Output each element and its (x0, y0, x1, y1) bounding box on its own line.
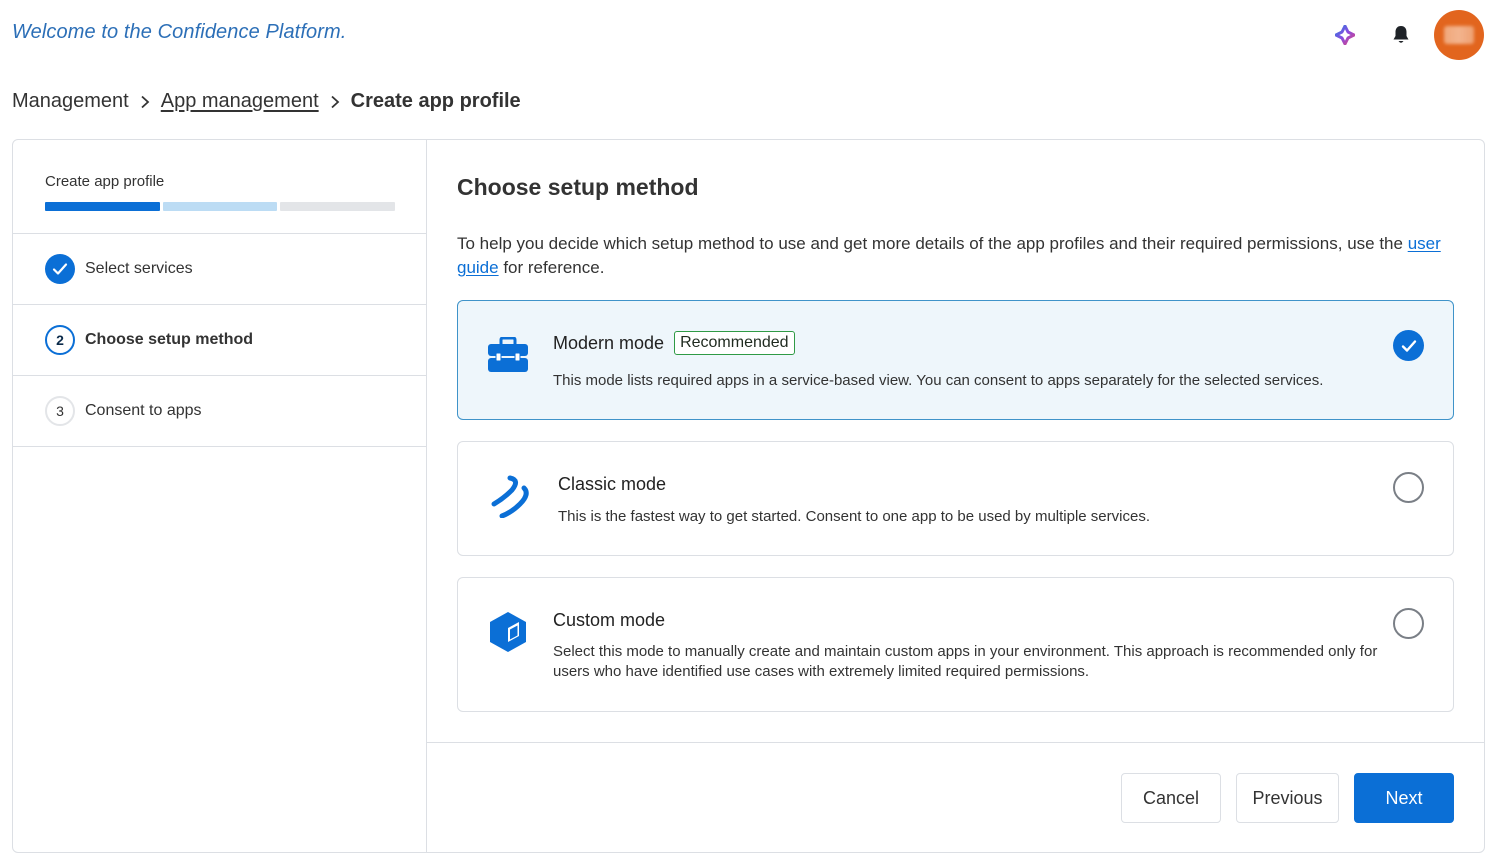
progress-segment-remaining (280, 202, 396, 211)
option-description: This mode lists required apps in a servi… (553, 372, 1324, 389)
bell-icon[interactable] (1390, 24, 1412, 46)
option-title: Classic mode (558, 474, 666, 495)
intro-text-before: To help you decide which setup method to… (457, 234, 1408, 253)
wizard-card: Create app profile Select services 2 Cho… (12, 139, 1485, 853)
step-select-services[interactable]: Select services (13, 234, 426, 305)
radio-unselected-icon[interactable] (1393, 608, 1424, 639)
radio-unselected-icon[interactable] (1393, 472, 1424, 503)
option-title-text: Classic mode (558, 474, 667, 494)
intro-text-after: for reference. (498, 258, 605, 277)
option-description: Select this mode to manually create and … (553, 643, 1378, 680)
recommended-badge: Recommended (674, 331, 795, 355)
step-number: 3 (45, 396, 75, 426)
step-choose-setup-method[interactable]: 2 Choose setup method (13, 305, 426, 376)
main-panel: Choose setup method To help you decide w… (427, 140, 1484, 852)
progress-segment-current (162, 202, 278, 211)
option-description: This is the fastest way to get started. … (558, 508, 1150, 525)
option-title-text: Modern mode (553, 332, 665, 353)
wizard-header: Create app profile (13, 140, 426, 234)
breadcrumb-management: Management (12, 90, 129, 112)
sparkle-icon[interactable] (1334, 24, 1356, 46)
top-icons (1334, 10, 1484, 60)
step-label: Consent to apps (85, 402, 202, 419)
cancel-button[interactable]: Cancel (1121, 773, 1221, 823)
wizard-sidebar: Create app profile Select services 2 Cho… (13, 140, 427, 852)
next-button[interactable]: Next (1354, 773, 1454, 823)
step-number: 2 (45, 325, 75, 355)
progress-bar (45, 202, 396, 211)
option-classic-mode[interactable]: Classic mode This is the fastest way to … (457, 441, 1454, 556)
top-bar: Welcome to the Confidence Platform. (0, 0, 1502, 70)
chevron-right-icon (329, 95, 341, 109)
step-label: Select services (85, 260, 193, 277)
check-circle-icon (45, 254, 75, 284)
radio-selected-icon[interactable] (1393, 330, 1424, 361)
step-consent-to-apps[interactable]: 3 Consent to apps (13, 376, 426, 447)
toolbox-icon (486, 333, 530, 377)
wizard-footer: Cancel Previous Next (427, 742, 1484, 852)
wizard-title: Create app profile (45, 173, 165, 190)
breadcrumb-app-management[interactable]: App management (161, 90, 319, 113)
step-label: Choose setup method (85, 331, 254, 348)
previous-button[interactable]: Previous (1236, 773, 1339, 823)
breadcrumb: Management App management Create app pro… (12, 90, 521, 113)
option-custom-mode[interactable]: Custom mode Select this mode to manually… (457, 577, 1454, 712)
page-title: Choose setup method (457, 174, 699, 200)
cube-icon (486, 610, 530, 654)
option-title: Modern mode Recommended (553, 331, 795, 355)
double-wave-icon (486, 474, 530, 518)
option-title-text: Custom mode (553, 610, 666, 630)
welcome-text: Welcome to the Confidence Platform. (12, 21, 347, 43)
avatar[interactable] (1434, 10, 1484, 60)
breadcrumb-current: Create app profile (350, 90, 521, 112)
chevron-right-icon (139, 95, 151, 109)
intro-text: To help you decide which setup method to… (457, 232, 1447, 280)
option-title: Custom mode (553, 610, 665, 631)
progress-segment-done (45, 202, 160, 211)
option-modern-mode[interactable]: Modern mode Recommended This mode lists … (457, 300, 1454, 420)
avatar-image (1444, 26, 1474, 44)
